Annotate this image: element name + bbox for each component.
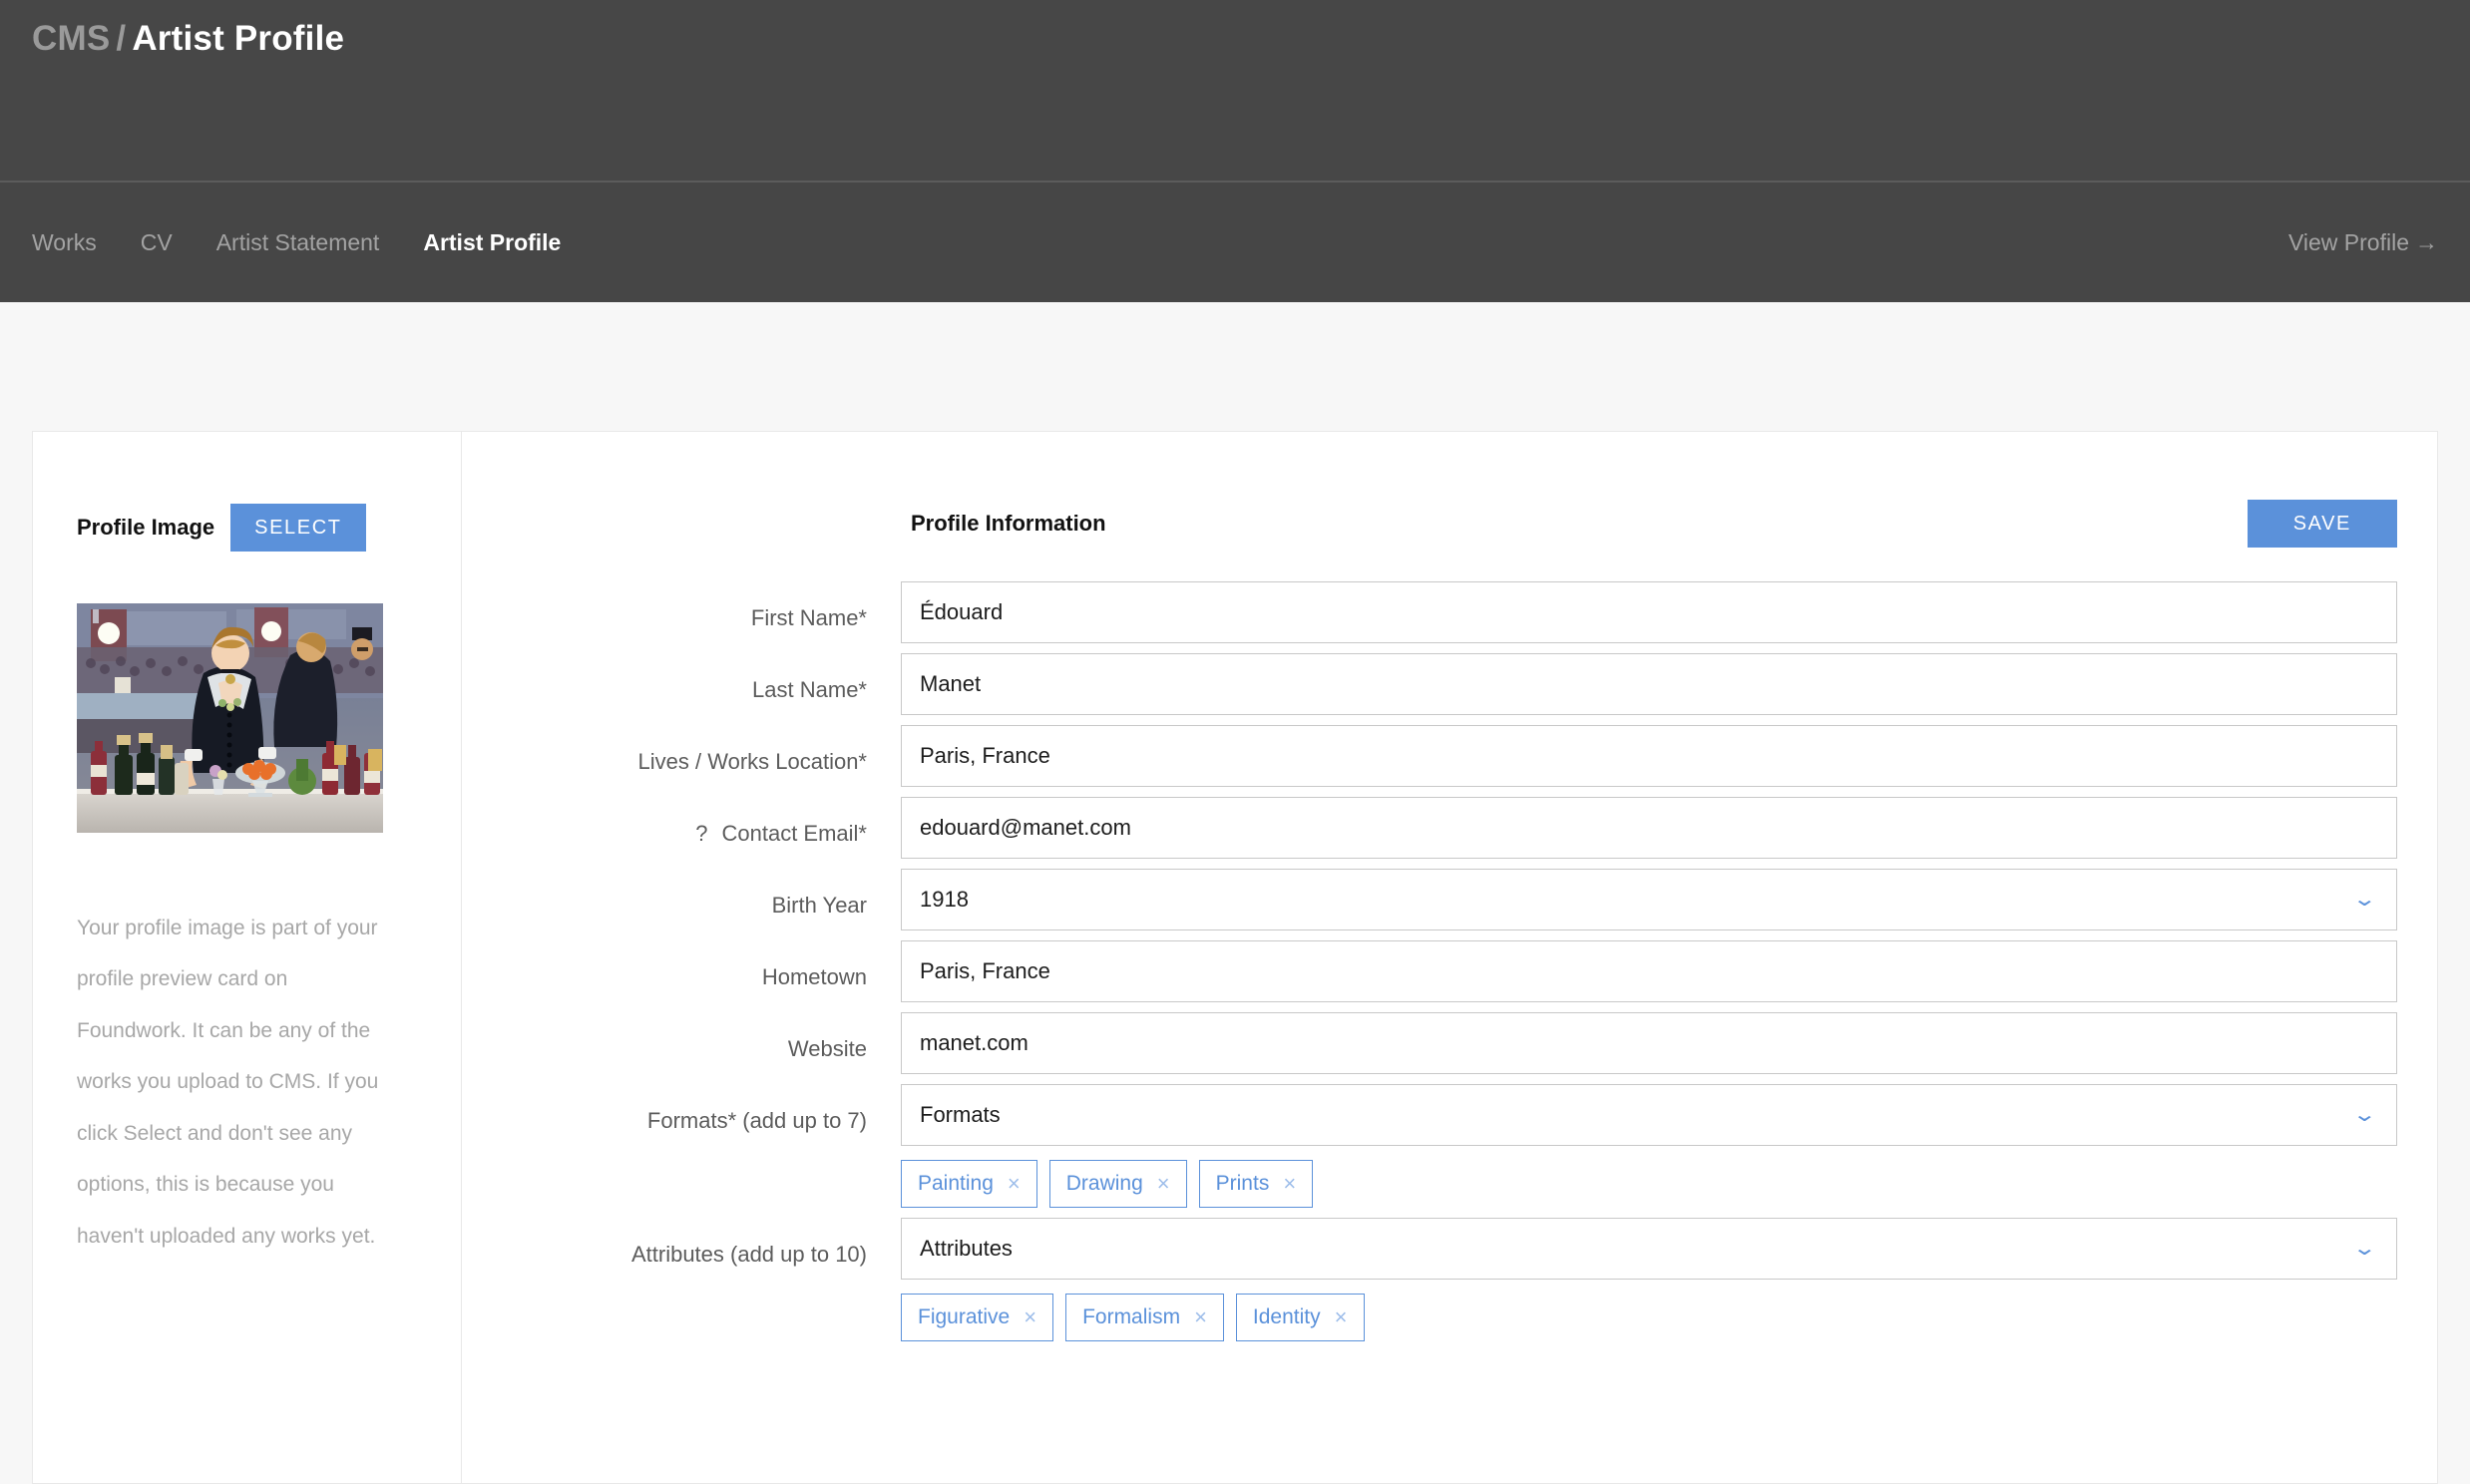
save-button[interactable]: SAVE — [2247, 500, 2397, 548]
close-icon[interactable]: × — [1194, 1306, 1207, 1328]
tag-label: Identity — [1252, 1305, 1321, 1328]
hometown-field-wrap — [901, 940, 2397, 1002]
chevron-down-icon[interactable]: ⌄ — [2352, 890, 2383, 910]
tag-item[interactable]: Formalism × — [1065, 1294, 1224, 1341]
location-label: Lives / Works Location* — [637, 749, 867, 774]
profile-image-help-text: Your profile image is part of your profi… — [77, 917, 379, 1248]
hometown-label: Hometown — [761, 964, 867, 989]
tag-label: Painting — [918, 1172, 994, 1195]
help-question-icon[interactable]: ? — [695, 821, 721, 846]
profile-information-panel: Profile Information SAVE First Name* Las… — [462, 432, 2437, 1483]
last-name-input[interactable] — [920, 671, 2378, 697]
birth-year-label: Birth Year — [771, 893, 867, 918]
tag-item[interactable]: Figurative × — [901, 1294, 1054, 1341]
birth-year-select[interactable]: 1918 ⌄ — [901, 869, 2397, 930]
formats-label: Formats* (add up to 7) — [646, 1108, 867, 1133]
attributes-field-wrap: Attributes ⌄ Figurative × Formalism × Id… — [901, 1218, 2397, 1341]
form-row-last-name: Last Name* — [502, 653, 2397, 715]
tag-item[interactable]: Prints × — [1198, 1160, 1314, 1208]
arrow-right-icon: → — [2415, 228, 2438, 255]
attributes-select-value: Attributes — [920, 1236, 1013, 1261]
first-name-input[interactable] — [920, 599, 2378, 625]
chevron-down-icon[interactable]: ⌄ — [2352, 1105, 2383, 1125]
breadcrumb-separator: / — [116, 19, 127, 58]
location-input[interactable] — [920, 743, 2378, 769]
tag-item[interactable]: Drawing × — [1048, 1160, 1187, 1208]
profile-information-header: Profile Information SAVE — [502, 500, 2397, 548]
tag-label: Formalism — [1082, 1305, 1181, 1328]
website-field-wrap — [901, 1012, 2397, 1074]
website-field[interactable] — [901, 1012, 2397, 1074]
formats-select-value: Formats — [920, 1102, 1001, 1127]
website-input[interactable] — [920, 1030, 2378, 1056]
tag-item[interactable]: Painting × — [901, 1160, 1037, 1208]
form-row-contact-email: ? Contact Email* — [502, 797, 2397, 859]
breadcrumb-current: Artist Profile — [132, 19, 345, 58]
attributes-label: Attributes (add up to 10) — [630, 1242, 867, 1267]
page-body: Profile Image SELECT Your profile image … — [0, 302, 2470, 1484]
profile-image-title: Profile Image — [77, 515, 215, 540]
form-row-birth-year: Birth Year 1918 ⌄ — [502, 869, 2397, 930]
tag-label: Figurative — [918, 1305, 1011, 1328]
view-profile-label: View Profile — [2287, 228, 2409, 255]
contact-email-field[interactable] — [901, 797, 2397, 859]
tag-label: Drawing — [1065, 1172, 1143, 1195]
artwork-thumbnail-image — [77, 603, 383, 833]
profile-image-header: Profile Image SELECT — [77, 504, 417, 552]
birth-year-field-wrap: 1918 ⌄ — [901, 869, 2397, 930]
nav-item-works[interactable]: Works — [32, 223, 119, 262]
last-name-label: Last Name* — [752, 677, 867, 702]
close-icon[interactable]: × — [1157, 1173, 1170, 1195]
close-icon[interactable]: × — [1024, 1306, 1036, 1328]
close-icon[interactable]: × — [1283, 1173, 1296, 1195]
close-icon[interactable]: × — [1008, 1173, 1021, 1195]
formats-tag-list: Painting × Drawing × Prints × — [901, 1160, 2397, 1208]
nav-item-artist-statement[interactable]: Artist Statement — [195, 223, 402, 262]
contact-email-field-wrap — [901, 797, 2397, 859]
nav-item-list: Works CV Artist Statement Artist Profile — [32, 223, 583, 262]
birth-year-value: 1918 — [920, 887, 969, 912]
close-icon[interactable]: × — [1335, 1306, 1348, 1328]
first-name-field-wrap — [901, 581, 2397, 643]
tag-item[interactable]: Identity × — [1235, 1294, 1365, 1341]
formats-field-wrap: Formats ⌄ Painting × Drawing × Prints × — [901, 1084, 2397, 1208]
form-row-attributes: Attributes (add up to 10) Attributes ⌄ F… — [502, 1218, 2397, 1341]
form-row-website: Website — [502, 1012, 2397, 1074]
form-row-location: Lives / Works Location* — [502, 725, 2397, 787]
location-field[interactable] — [901, 725, 2397, 787]
chevron-down-icon[interactable]: ⌄ — [2352, 1239, 2383, 1259]
breadcrumb-root[interactable]: CMS — [32, 19, 110, 58]
breadcrumb: CMS / Artist Profile — [32, 18, 344, 60]
formats-select[interactable]: Formats ⌄ — [901, 1084, 2397, 1146]
location-field-wrap — [901, 725, 2397, 787]
form-row-first-name: First Name* — [502, 581, 2397, 643]
first-name-field[interactable] — [901, 581, 2397, 643]
select-image-button[interactable]: SELECT — [230, 504, 366, 552]
view-profile-link[interactable]: View Profile → — [2288, 229, 2438, 256]
profile-image-panel: Profile Image SELECT Your profile image … — [33, 432, 462, 1483]
last-name-field[interactable] — [901, 653, 2397, 715]
contact-email-label: ? Contact Email* — [502, 797, 901, 847]
artist-profile-card: Profile Image SELECT Your profile image … — [32, 431, 2438, 1484]
form-row-formats: Formats* (add up to 7) Formats ⌄ Paintin… — [502, 1084, 2397, 1208]
last-name-field-wrap — [901, 653, 2397, 715]
hometown-field[interactable] — [901, 940, 2397, 1002]
nav-item-artist-profile[interactable]: Artist Profile — [401, 223, 583, 262]
profile-information-title: Profile Information — [911, 511, 1106, 536]
form-row-hometown: Hometown — [502, 940, 2397, 1002]
attributes-select[interactable]: Attributes ⌄ — [901, 1218, 2397, 1280]
contact-email-label-text: Contact Email* — [721, 821, 867, 846]
first-name-label: First Name* — [750, 605, 867, 630]
website-label: Website — [787, 1036, 867, 1061]
contact-email-input[interactable] — [920, 815, 2378, 841]
tag-label: Prints — [1215, 1172, 1270, 1195]
attributes-tag-list: Figurative × Formalism × Identity × — [901, 1294, 2397, 1341]
section-nav: Works CV Artist Statement Artist Profile… — [0, 181, 2470, 302]
nav-item-cv[interactable]: CV — [119, 223, 195, 262]
app-header: CMS / Artist Profile — [0, 0, 2470, 181]
hometown-input[interactable] — [920, 958, 2378, 984]
profile-image-thumbnail[interactable] — [77, 603, 383, 833]
